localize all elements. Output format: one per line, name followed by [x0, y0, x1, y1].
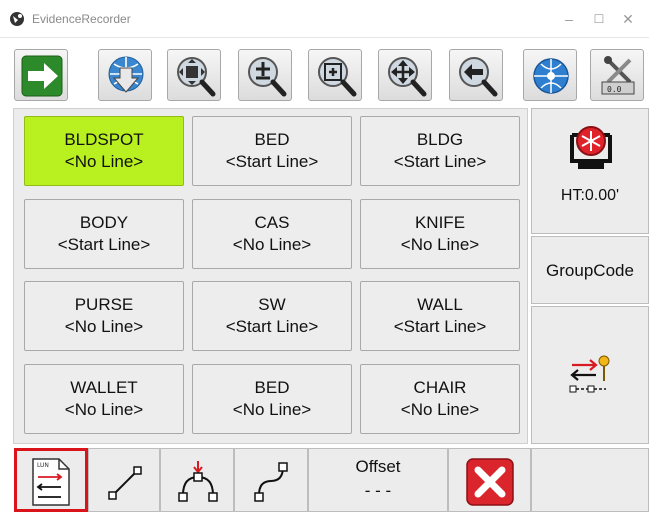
zoom-window-icon [318, 57, 357, 97]
evidence-code: PURSE [74, 295, 134, 314]
evidence-code: WALLET [70, 378, 138, 397]
evidence-grid: BLDSPOT <No Line> BED <Start Line> BLDG … [13, 108, 528, 444]
evidence-button-cas[interactable]: CAS <No Line> [192, 199, 352, 269]
close-x-icon [466, 458, 514, 506]
evidence-code: BODY [79, 213, 129, 232]
evidence-code: KNIFE [414, 213, 466, 232]
evidence-button-knife[interactable]: KNIFE <No Line> [360, 199, 520, 269]
title-bar: EvidenceRecorder – ☐ ✕ [0, 0, 649, 38]
evidence-code: WALL [417, 295, 463, 314]
evidence-line-status: <Start Line> [393, 317, 487, 336]
evidence-line-status: <Start Line> [225, 317, 319, 336]
evidence-line-status: <No Line> [400, 400, 480, 419]
app-icon [10, 12, 24, 26]
evidence-code: BLDSPOT [64, 130, 144, 149]
evidence-line-status: <No Line> [64, 152, 144, 171]
evidence-code: CHAIR [413, 378, 467, 397]
evidence-button-bed-2[interactable]: BED <No Line> [192, 364, 352, 434]
window-title: EvidenceRecorder [32, 12, 131, 26]
evidence-code: BED [254, 378, 290, 397]
instrument-height-button[interactable]: HT:0.00' [531, 108, 649, 234]
evidence-button-purse[interactable]: PURSE <No Line> [24, 281, 184, 351]
next-arrow-icon [21, 55, 63, 97]
arc-button[interactable] [160, 448, 234, 512]
line-draw-button[interactable] [88, 448, 160, 512]
settings-tools-icon: 0.0 [601, 56, 635, 95]
zoom-previous-button[interactable] [449, 49, 503, 101]
evidence-code: BED [254, 130, 290, 149]
evidence-line-status: <No Line> [64, 400, 144, 419]
line-list-icon: LUN [32, 458, 70, 506]
offset-label: Offset [355, 457, 401, 476]
offset-value: - - - [364, 481, 392, 500]
pan-button[interactable] [378, 49, 432, 101]
evidence-line-status: <No Line> [400, 235, 480, 254]
curve-button[interactable] [234, 448, 308, 512]
bottom-toolbar: LUN Offset - - - [0, 446, 649, 512]
evidence-line-status: <Start Line> [57, 235, 151, 254]
globe-icon [533, 58, 569, 94]
evidence-code: SW [258, 295, 286, 314]
offset-button[interactable]: Offset - - - [308, 448, 448, 512]
svg-text:0.0: 0.0 [607, 85, 622, 94]
close-window-button[interactable]: ✕ [614, 8, 642, 30]
evidence-line-status: <No Line> [232, 235, 312, 254]
import-globe-icon [108, 56, 144, 93]
curve-icon [254, 462, 288, 502]
evidence-line-status: <No Line> [64, 317, 144, 336]
group-code-button[interactable]: GroupCode [531, 236, 649, 304]
prism-target-icon [570, 126, 612, 169]
evidence-button-wallet[interactable]: WALLET <No Line> [24, 364, 184, 434]
evidence-button-chair[interactable]: CHAIR <No Line> [360, 364, 520, 434]
zoom-in-button[interactable] [238, 49, 292, 101]
zoom-extents-button[interactable] [167, 49, 221, 101]
toolbar: 0.0 [0, 39, 649, 105]
pan-icon [388, 57, 427, 97]
evidence-code: BLDG [416, 130, 464, 149]
group-code-label: GroupCode [546, 261, 634, 280]
evidence-button-bed[interactable]: BED <Start Line> [192, 116, 352, 186]
zoom-in-icon [248, 57, 287, 97]
zoom-extents-icon [177, 57, 216, 97]
line-mode-button[interactable] [531, 306, 649, 444]
import-button[interactable] [98, 49, 152, 101]
line-list-button[interactable]: LUN [14, 448, 88, 512]
bottom-right-blank [531, 448, 649, 512]
zoom-previous-icon [459, 57, 498, 97]
cancel-button[interactable] [448, 448, 531, 512]
height-label: HT:0.00' [560, 187, 620, 204]
next-button[interactable] [14, 49, 68, 101]
evidence-button-sw[interactable]: SW <Start Line> [192, 281, 352, 351]
evidence-line-status: <No Line> [232, 400, 312, 419]
maximize-button[interactable]: ☐ [585, 8, 613, 30]
settings-button[interactable]: 0.0 [590, 49, 644, 101]
svg-text:LUN: LUN [37, 462, 49, 469]
evidence-button-bldspot[interactable]: BLDSPOT <No Line> [24, 116, 184, 186]
evidence-code: CAS [254, 213, 290, 232]
zoom-window-button[interactable] [308, 49, 362, 101]
evidence-button-body[interactable]: BODY <Start Line> [24, 199, 184, 269]
arc-point-icon [178, 461, 218, 502]
evidence-line-status: <Start Line> [393, 152, 487, 171]
minimize-button[interactable]: – [555, 8, 583, 30]
straight-line-icon [108, 466, 142, 500]
line-settings-icon [569, 355, 610, 393]
evidence-line-status: <Start Line> [225, 152, 319, 171]
evidence-button-bldg[interactable]: BLDG <Start Line> [360, 116, 520, 186]
evidence-button-wall[interactable]: WALL <Start Line> [360, 281, 520, 351]
globe-button[interactable] [523, 49, 577, 101]
